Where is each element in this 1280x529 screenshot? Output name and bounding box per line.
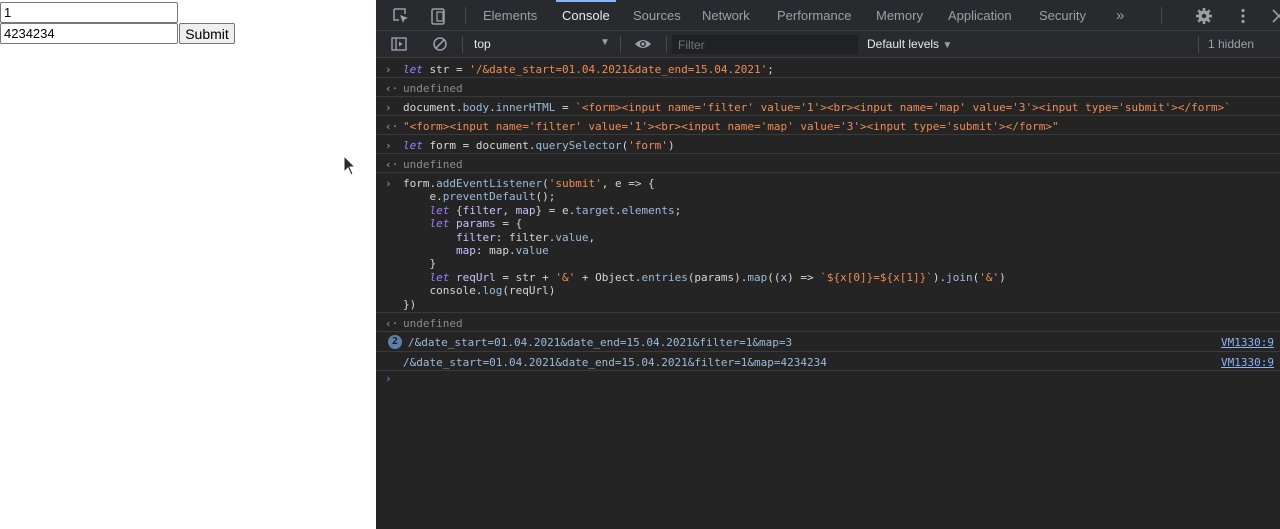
log-source-link[interactable]: VM1330:9 bbox=[1221, 356, 1274, 369]
console-toolbar: top ▼ Default levels ▼ 1 hidden bbox=[376, 31, 1280, 58]
live-expression-eye-icon[interactable] bbox=[633, 34, 653, 54]
chevron-down-icon: ▼ bbox=[942, 40, 953, 51]
result-arrow-icon: ‹· bbox=[385, 317, 399, 330]
console-result-entry: ‹· undefined bbox=[376, 78, 1280, 97]
console-prompt-icon[interactable]: › bbox=[385, 372, 392, 385]
toolbar-divider bbox=[666, 36, 667, 53]
tab-performance[interactable]: Performance bbox=[777, 0, 851, 31]
tab-network[interactable]: Network bbox=[702, 0, 750, 31]
more-tabs-button[interactable]: » bbox=[1116, 0, 1124, 31]
log-levels-label: Default levels bbox=[867, 37, 940, 51]
result-arrow-icon: ‹· bbox=[385, 158, 399, 171]
web-page: Submit bbox=[0, 0, 376, 529]
toolbar-divider bbox=[462, 36, 463, 53]
log-source-link[interactable]: VM1330:9 bbox=[1221, 336, 1274, 349]
tab-elements[interactable]: Elements bbox=[483, 0, 537, 31]
console-result-entry: ‹· "<form><input name='filter' value='1'… bbox=[376, 116, 1280, 135]
console-input-entry: › form.addEventListener('submit', e => {… bbox=[376, 173, 1280, 313]
inspect-element-icon[interactable] bbox=[391, 6, 411, 26]
device-toolbar-icon[interactable] bbox=[428, 6, 448, 26]
close-devtools-icon[interactable] bbox=[1269, 6, 1280, 26]
more-options-icon[interactable] bbox=[1233, 6, 1253, 26]
console-input-entry: › let str = '/&date_start=01.04.2021&dat… bbox=[376, 59, 1280, 78]
console-result-entry: ‹· undefined bbox=[376, 313, 1280, 332]
sidebar-toggle-icon[interactable] bbox=[389, 34, 409, 54]
filter-input[interactable] bbox=[0, 2, 178, 23]
log-message: /&date_start=01.04.2021&date_end=15.04.2… bbox=[408, 336, 793, 349]
tab-memory[interactable]: Memory bbox=[876, 0, 923, 31]
toolbar-divider bbox=[1161, 7, 1162, 24]
log-levels-dropdown[interactable]: Default levels ▼ bbox=[867, 31, 952, 58]
result-arrow-icon: ‹· bbox=[385, 120, 399, 133]
devtools-tabbar: Elements Console Sources Network Perform… bbox=[376, 0, 1280, 31]
tab-sources[interactable]: Sources bbox=[633, 0, 681, 31]
input-chevron-icon: › bbox=[385, 63, 392, 76]
input-chevron-icon: › bbox=[385, 177, 392, 190]
toolbar-divider bbox=[465, 7, 466, 24]
console-filter-input[interactable] bbox=[672, 35, 858, 54]
console-result-entry: ‹· undefined bbox=[376, 154, 1280, 173]
input-chevron-icon: › bbox=[385, 101, 392, 114]
toolbar-divider bbox=[1198, 36, 1199, 53]
toolbar-divider bbox=[620, 36, 621, 53]
chevron-down-icon: ▼ bbox=[600, 37, 610, 48]
map-input[interactable] bbox=[0, 23, 178, 44]
tab-application[interactable]: Application bbox=[948, 0, 1012, 31]
console-input-entry: › let form = document.querySelector('for… bbox=[376, 135, 1280, 154]
console-messages: › let str = '/&date_start=01.04.2021&dat… bbox=[376, 59, 1280, 529]
settings-gear-icon[interactable] bbox=[1194, 6, 1214, 26]
result-arrow-icon: ‹· bbox=[385, 82, 399, 95]
input-chevron-icon: › bbox=[385, 139, 392, 152]
submit-button[interactable]: Submit bbox=[179, 23, 235, 44]
context-select[interactable]: top bbox=[474, 31, 491, 58]
tab-security[interactable]: Security bbox=[1039, 0, 1086, 31]
console-input-entry: › document.body.innerHTML = `<form><inpu… bbox=[376, 97, 1280, 116]
mouse-cursor-icon bbox=[343, 155, 357, 176]
devtools-panel: Elements Console Sources Network Perform… bbox=[376, 0, 1280, 529]
console-log-entry: 2 /&date_start=01.04.2021&date_end=15.04… bbox=[376, 332, 1280, 352]
log-message: /&date_start=01.04.2021&date_end=15.04.2… bbox=[403, 356, 827, 369]
hidden-messages-count: 1 hidden bbox=[1208, 37, 1255, 51]
clear-console-icon[interactable] bbox=[430, 34, 450, 54]
console-log-entry: /&date_start=01.04.2021&date_end=15.04.2… bbox=[376, 352, 1280, 371]
repeat-count-badge: 2 bbox=[388, 335, 402, 349]
tab-console[interactable]: Console bbox=[556, 0, 616, 31]
